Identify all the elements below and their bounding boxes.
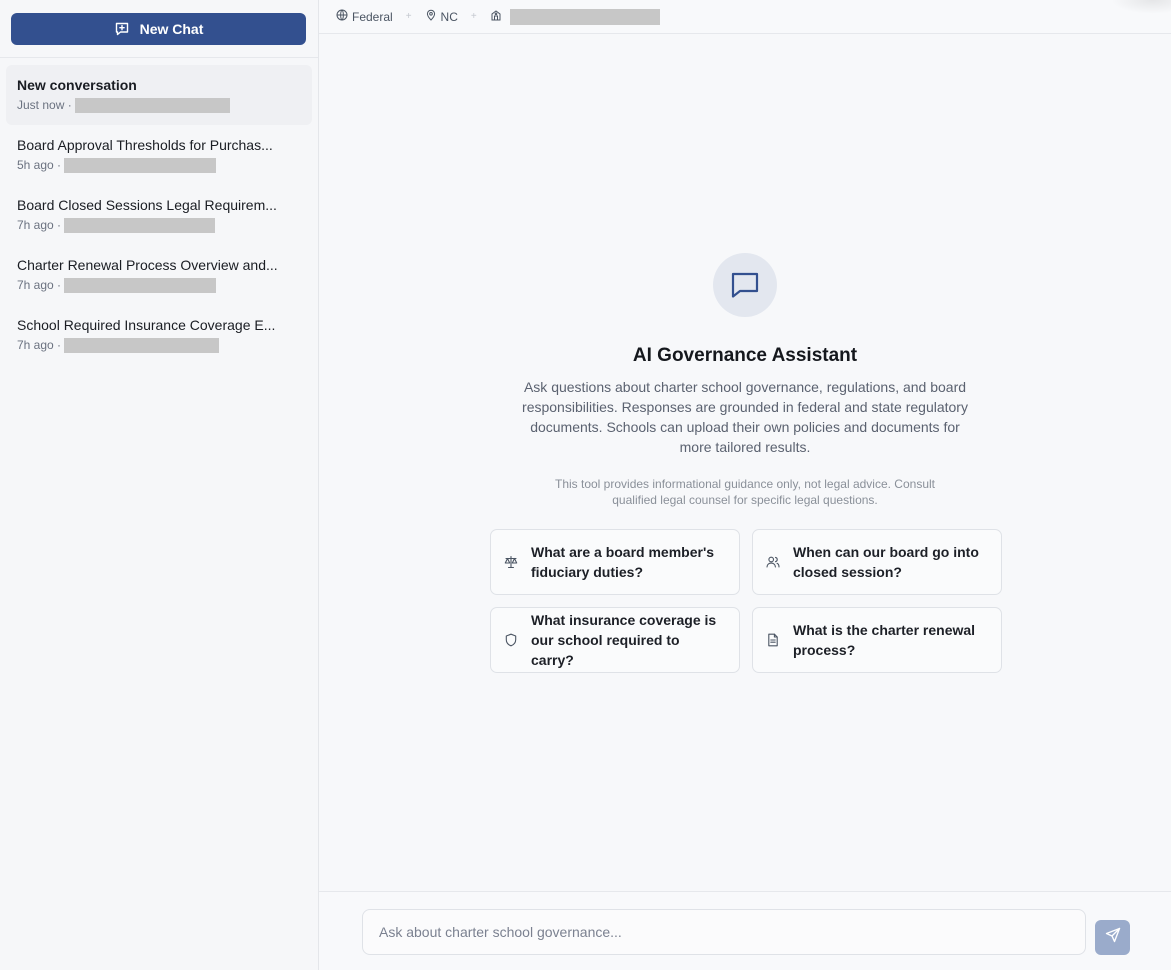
conversation-time: 7h ago · (17, 218, 62, 232)
jurisdiction-state[interactable]: NC (425, 9, 458, 24)
school-icon (490, 9, 502, 24)
redacted-school-name (64, 277, 217, 293)
conversation-meta: 7h ago · (17, 277, 301, 293)
suggestion-charter-renewal[interactable]: What is the charter renewal process? (752, 607, 1002, 673)
jurisdiction-federal[interactable]: Federal (336, 9, 393, 24)
new-chat-button[interactable]: New Chat (11, 13, 306, 45)
separator: + (405, 11, 412, 22)
conversation-title: Board Closed Sessions Legal Requirem... (17, 197, 277, 213)
suggestion-text: When can our board go into closed sessio… (793, 544, 979, 580)
conversation-time: 7h ago · (17, 278, 62, 292)
intro-description: Ask questions about charter school gover… (522, 379, 968, 455)
legal-disclaimer: This tool provides informational guidanc… (555, 477, 935, 507)
redacted-school-name (64, 157, 217, 173)
map-pin-icon (425, 9, 437, 24)
suggestion-text: What is the charter renewal process? (793, 622, 976, 658)
conversation-title: Board Approval Thresholds for Purchas... (17, 137, 273, 153)
conversation-meta: Just now · (17, 97, 301, 113)
document-icon (766, 633, 780, 647)
separator: + (470, 11, 477, 22)
conversation-meta: 7h ago · (17, 337, 301, 353)
context-bar: Federal + NC + (319, 0, 1171, 34)
app-window: New Chat New conversation Just now · Boa… (0, 0, 1171, 970)
suggestion-text: What are a board member's fiduciary duti… (531, 544, 715, 580)
conversation-list: New conversation Just now · Board Approv… (0, 58, 318, 365)
main-panel: Federal + NC + AI Governance Assistant A… (319, 0, 1171, 970)
chat-bubble-icon (713, 253, 777, 317)
composer (319, 891, 1171, 970)
conversation-time: Just now · (17, 98, 72, 112)
conversation-item-new[interactable]: New conversation Just now · (6, 65, 312, 125)
redacted-school-name (509, 8, 660, 25)
suggested-questions: What are a board member's fiduciary duti… (490, 529, 1002, 673)
welcome-section: AI Governance Assistant Ask questions ab… (319, 253, 1171, 508)
window-corner-shadow (1111, 0, 1171, 14)
redacted-school-name (64, 217, 216, 233)
redacted-school-name (74, 97, 230, 113)
suggestion-text: What insurance coverage is our school re… (531, 612, 717, 668)
chat-input[interactable] (362, 909, 1086, 955)
page-title: AI Governance Assistant (632, 345, 858, 366)
conversation-item-charter-renewal[interactable]: Charter Renewal Process Overview and... … (6, 245, 312, 305)
globe-icon (336, 9, 348, 24)
conversation-meta: 5h ago · (17, 157, 301, 173)
conversation-title: New conversation (17, 77, 137, 93)
conversation-time: 7h ago · (17, 338, 62, 352)
conversation-item-closed-sessions[interactable]: Board Closed Sessions Legal Requirem... … (6, 185, 312, 245)
jurisdiction-state-label: NC (440, 9, 458, 24)
conversation-item-board-approval[interactable]: Board Approval Thresholds for Purchas...… (6, 125, 312, 185)
suggestion-insurance-coverage[interactable]: What insurance coverage is our school re… (490, 607, 740, 673)
redacted-school-name (64, 337, 220, 353)
conversation-title: School Required Insurance Coverage E... (17, 317, 276, 333)
jurisdiction-federal-label: Federal (352, 9, 393, 24)
send-icon (1105, 927, 1121, 948)
conversation-meta: 7h ago · (17, 217, 301, 233)
conversation-time: 5h ago · (17, 158, 62, 172)
school-selector[interactable] (490, 8, 660, 25)
scale-icon (504, 555, 518, 569)
sidebar: New Chat New conversation Just now · Boa… (0, 0, 319, 970)
suggestion-fiduciary-duties[interactable]: What are a board member's fiduciary duti… (490, 529, 740, 595)
suggestion-closed-session[interactable]: When can our board go into closed sessio… (752, 529, 1002, 595)
shield-icon (504, 633, 518, 647)
conversation-title: Charter Renewal Process Overview and... (17, 257, 278, 273)
new-chat-icon (114, 21, 130, 37)
new-chat-area: New Chat (0, 0, 318, 58)
send-button[interactable] (1095, 920, 1130, 955)
conversation-item-insurance[interactable]: School Required Insurance Coverage E... … (6, 305, 312, 365)
users-icon (766, 555, 780, 569)
new-chat-label: New Chat (139, 21, 204, 37)
